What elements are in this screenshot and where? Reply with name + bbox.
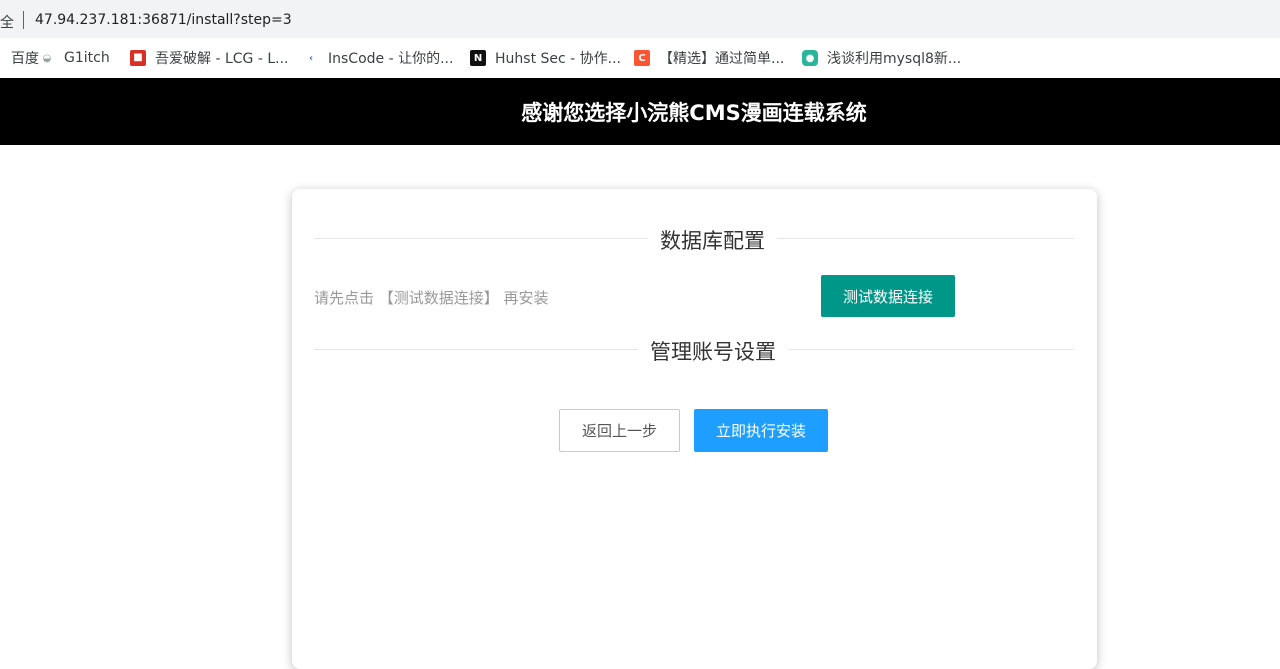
bookmark-huhst[interactable]: N Huhst Sec - 协作... (470, 49, 621, 67)
install-card: 数据库配置 请先点击 【测试数据连接】 再安装 测试数据连接 管理账号设置 返回… (292, 189, 1097, 669)
address-bar[interactable]: 全 47.94.237.181:36871/install?step=3 (0, 0, 1280, 38)
bookmarks-bar: 百度 ◒ G1itch ■ 吾爱破解 - LCG - L... ‹ InsCod… (0, 38, 1280, 78)
security-label[interactable]: 全 (0, 12, 14, 32)
bookmark-mysql8[interactable]: ● 浅谈利用mysql8新... (802, 49, 961, 67)
site-header: 感谢您选择小浣熊CMS漫画连载系统 (0, 78, 1280, 145)
db-section-title: 数据库配置 (648, 225, 777, 255)
bookmark-g1itch[interactable]: ◒ G1itch (39, 49, 110, 67)
install-button[interactable]: 立即执行安装 (694, 409, 828, 452)
admin-section-title: 管理账号设置 (638, 336, 788, 366)
address-separator (23, 11, 24, 29)
db-hint-text: 请先点击 【测试数据连接】 再安装 (314, 289, 549, 307)
url-text[interactable]: 47.94.237.181:36871/install?step=3 (35, 12, 292, 28)
inscode-icon: ‹ (308, 52, 314, 64)
bookmark-csdn[interactable]: C 【精选】通过简单... (634, 49, 784, 67)
bookmark-label: 【精选】通过简单... (659, 51, 785, 67)
bookmark-label: 吾爱破解 - LCG - L... (155, 51, 289, 67)
huhst-icon: N (470, 50, 486, 66)
bookmark-inscode[interactable]: ‹ InsCode - 让你的... (303, 49, 454, 67)
csdn-icon: C (634, 50, 650, 66)
back-button[interactable]: 返回上一步 (559, 409, 680, 452)
test-connection-button[interactable]: 测试数据连接 (821, 275, 955, 317)
52pojie-icon: ■ (130, 50, 146, 66)
bookmark-label: 百度 (11, 51, 39, 67)
baidu-icon (0, 50, 2, 66)
bookmark-52pojie[interactable]: ■ 吾爱破解 - LCG - L... (130, 49, 288, 67)
bookmark-label: InsCode - 让你的... (328, 51, 454, 67)
bookmark-label: G1itch (64, 50, 110, 66)
g1itch-icon: ◒ (42, 52, 52, 64)
bookmark-label: Huhst Sec - 协作... (495, 51, 622, 67)
site-title: 感谢您选择小浣熊CMS漫画连载系统 (521, 100, 867, 125)
article-icon: ● (802, 50, 818, 66)
bookmark-label: 浅谈利用mysql8新... (827, 51, 962, 67)
bookmark-baidu[interactable]: 百度 (0, 49, 39, 67)
